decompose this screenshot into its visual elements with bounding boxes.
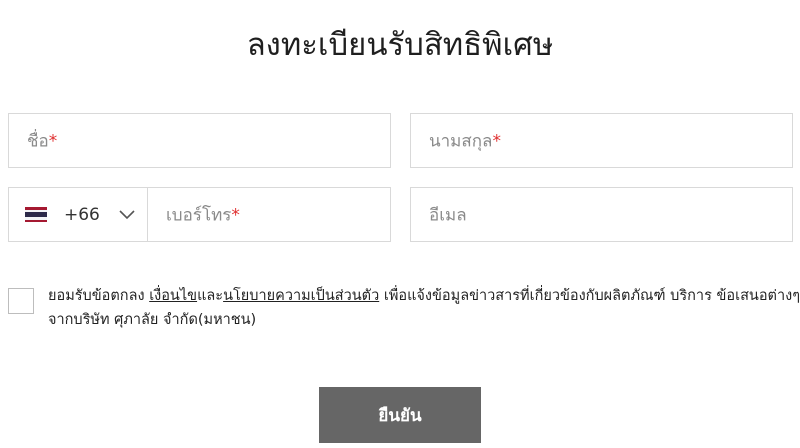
email-field[interactable]: อีเมล bbox=[410, 187, 793, 242]
last-name-field[interactable]: นามสกุล* bbox=[410, 113, 793, 168]
first-name-input[interactable] bbox=[9, 114, 390, 167]
phone-field: +66 เบอร์โทร* bbox=[8, 187, 391, 242]
first-name-field[interactable]: ชื่อ* bbox=[8, 113, 391, 168]
country-code-select[interactable]: +66 bbox=[9, 188, 148, 241]
chevron-down-icon bbox=[119, 209, 135, 219]
email-input[interactable] bbox=[411, 188, 792, 241]
page-title: ลงทะเบียนรับสิทธิพิเศษ bbox=[246, 26, 554, 63]
consent-text: ยอมรับข้อตกลง เงื่อนไขและนโยบายความเป็นส… bbox=[48, 288, 800, 328]
last-name-input[interactable] bbox=[411, 114, 792, 167]
registration-page: ลงทะเบียนรับสิทธิพิเศษ ชื่อ* นามสกุล* +6… bbox=[0, 0, 800, 448]
phone-input-wrap: เบอร์โทร* bbox=[148, 188, 391, 241]
consent-checkbox[interactable] bbox=[8, 288, 34, 314]
submit-button[interactable]: ยืนยัน bbox=[319, 387, 481, 443]
phone-input[interactable] bbox=[148, 188, 391, 241]
terms-link[interactable]: เงื่อนไข bbox=[149, 288, 197, 304]
thailand-flag-icon bbox=[25, 207, 47, 222]
dial-code: +66 bbox=[64, 204, 100, 225]
privacy-policy-link[interactable]: นโยบายความเป็นส่วนตัว bbox=[223, 288, 379, 304]
